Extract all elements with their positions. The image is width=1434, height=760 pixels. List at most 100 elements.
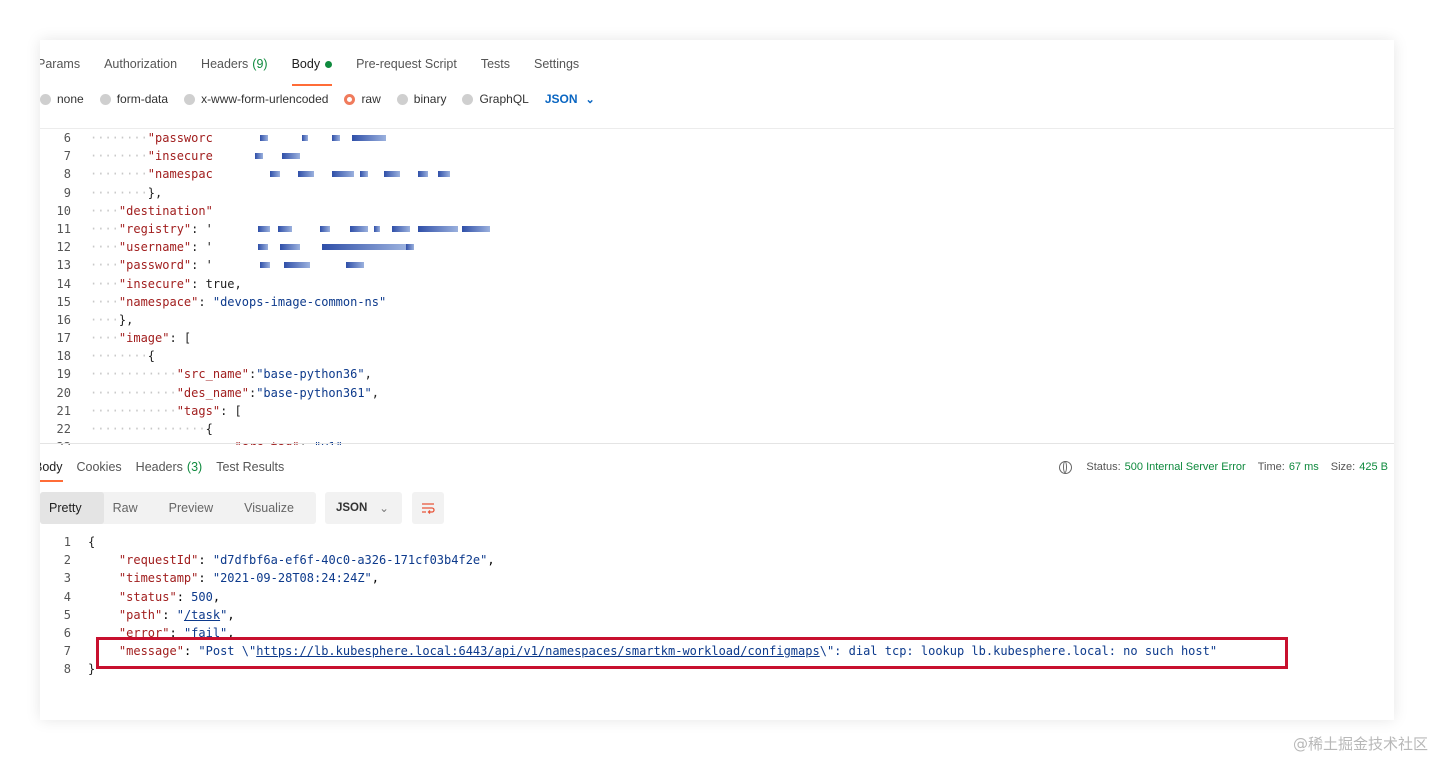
chevron-down-icon: ⌄ [585, 93, 595, 106]
radio-binary[interactable]: binary [396, 92, 447, 106]
view-raw-label: Raw [112, 501, 138, 515]
status-label: Status: [1086, 461, 1121, 473]
response-tab-headers[interactable]: Headers (3) [136, 460, 203, 474]
redacted-block [260, 135, 268, 141]
response-status-bar: Status: 500 Internal Server Error Time: … [1059, 454, 1388, 480]
view-raw-button[interactable]: Raw [104, 492, 160, 524]
response-line: 2 "requestId": "d7dfbf6a-ef6f-40c0-a326-… [63, 553, 495, 568]
redacted-block [418, 225, 458, 232]
time-value[interactable]: 67 ms [1289, 461, 1319, 473]
request-code-line: 16 ····}, [56, 312, 134, 327]
response-path-link[interactable]: /task [184, 608, 220, 622]
tab-headers[interactable]: Headers (9) [201, 48, 268, 80]
radio-form-data[interactable]: form-data [99, 92, 168, 106]
redacted-block [406, 244, 414, 251]
radio-graphql-label: GraphQL [479, 92, 529, 106]
size-value[interactable]: 425 B [1359, 461, 1388, 473]
redacted-block [332, 171, 354, 178]
radio-circle-icon [99, 93, 111, 105]
radio-circle-icon [396, 93, 408, 105]
view-preview-label: Preview [168, 501, 214, 515]
redacted-block [260, 262, 270, 269]
redacted-block [438, 171, 450, 178]
response-tab-headers-label: Headers [135, 460, 183, 474]
tab-authorization[interactable]: Authorization [104, 48, 177, 80]
redacted-block [255, 153, 263, 160]
view-preview-button[interactable]: Preview [160, 492, 235, 524]
response-line: 4 "status": 500, [63, 589, 221, 604]
globe-icon[interactable] [1059, 460, 1073, 474]
radio-raw-label: raw [361, 92, 381, 106]
radio-none[interactable]: none [40, 92, 84, 106]
response-request-id: "d7dfbf6a-ef6f-40c0-a326-171cf03b4f2e" [212, 553, 488, 568]
request-tabs: Params Authorization Headers (9) Body Pre… [40, 48, 603, 86]
body-type-selector: none form-data x-www-form-urlencoded raw… [40, 88, 595, 110]
tab-pre-request-script[interactable]: Pre-request Script [356, 48, 457, 80]
radio-circle-icon [40, 93, 51, 105]
redacted-block [392, 225, 410, 232]
tab-params[interactable]: Params [40, 48, 80, 80]
redacted-block [332, 135, 340, 141]
tab-tests[interactable]: Tests [481, 48, 510, 80]
request-code-line: 7 ········"insecure [40, 147, 1394, 165]
redacted-block [320, 225, 330, 232]
response-tab-test-results[interactable]: Test Results [216, 460, 284, 474]
redacted-block [302, 135, 308, 141]
response-tab-test-results-label: Test Results [216, 460, 285, 474]
request-code-line: 18 ········{ [56, 349, 156, 364]
redacted-block [418, 171, 428, 178]
request-body-editor[interactable]: 6 ········"passworc 7 ········"insecure 8 ···… [40, 128, 1394, 445]
size-label: Size: [1330, 461, 1356, 473]
redacted-block [298, 171, 314, 178]
redacted-block [258, 244, 268, 251]
tab-settings[interactable]: Settings [534, 48, 579, 80]
radio-binary-label: binary [413, 92, 447, 106]
response-tab-cookies[interactable]: Cookies [77, 460, 122, 474]
redacted-block [270, 171, 280, 178]
request-code-line: 19 ············"src_name":"base-python36"… [56, 367, 372, 382]
pane-divider[interactable] [40, 443, 1394, 444]
request-code-lines: 6 ········"passworc 7 ········"insecure 8 ···… [40, 129, 1394, 445]
redacted-block [346, 262, 364, 269]
status-value[interactable]: 500 Internal Server Error [1125, 461, 1246, 473]
redacted-block [350, 225, 368, 232]
view-visualize-button[interactable]: Visualize [235, 492, 316, 524]
redacted-block [322, 244, 406, 251]
response-line: 1{ [63, 535, 96, 549]
redacted-block [282, 153, 300, 160]
response-format-dropdown[interactable]: JSON ⌄ [324, 492, 402, 524]
error-highlight-box [96, 637, 1288, 669]
time-label: Time: [1257, 461, 1285, 473]
redacted-block [360, 171, 368, 178]
wrap-lines-button[interactable] [411, 492, 444, 524]
view-pretty-button[interactable]: Pretty [40, 492, 104, 524]
radio-urlencoded-label: x-www-form-urlencoded [201, 92, 329, 106]
view-visualize-label: Visualize [244, 501, 294, 515]
request-code-line: 15 ····"namespace": "devops-image-common-… [56, 294, 387, 309]
request-code-line: 13 ····"password": ' [40, 256, 1394, 274]
response-tab-body[interactable]: Body [40, 460, 63, 482]
body-format-dropdown[interactable]: JSON ⌄ [545, 92, 595, 106]
tab-body[interactable]: Body [291, 48, 333, 86]
tab-body-label: Body [291, 57, 321, 71]
request-code-line: 11 ····"registry": ' [40, 220, 1394, 238]
tab-settings-label: Settings [534, 57, 580, 71]
redacted-block [384, 171, 400, 178]
response-tab-cookies-label: Cookies [76, 460, 122, 474]
redacted-block [278, 225, 292, 232]
radio-raw[interactable]: raw [344, 92, 381, 106]
request-code-line: 9 ········}, [63, 185, 163, 200]
response-line: 5 "path": "/task", [63, 607, 235, 622]
response-view-toolbar: Pretty Raw Preview Visualize JSON ⌄ [40, 492, 444, 524]
radio-graphql[interactable]: GraphQL [462, 92, 529, 106]
response-body-viewer[interactable]: 1{ 2 "requestId": "d7dfbf6a-ef6f-40c0-a3… [40, 533, 1394, 693]
redacted-block [374, 225, 380, 232]
redacted-block [352, 135, 386, 141]
tab-params-label: Params [40, 57, 81, 71]
redacted-block [284, 262, 310, 269]
response-tab-body-label: Body [40, 460, 63, 474]
tab-headers-label: Headers [201, 57, 249, 71]
radio-none-label: none [57, 92, 84, 106]
radio-urlencoded[interactable]: x-www-form-urlencoded [184, 92, 328, 106]
radio-circle-icon [184, 93, 196, 105]
